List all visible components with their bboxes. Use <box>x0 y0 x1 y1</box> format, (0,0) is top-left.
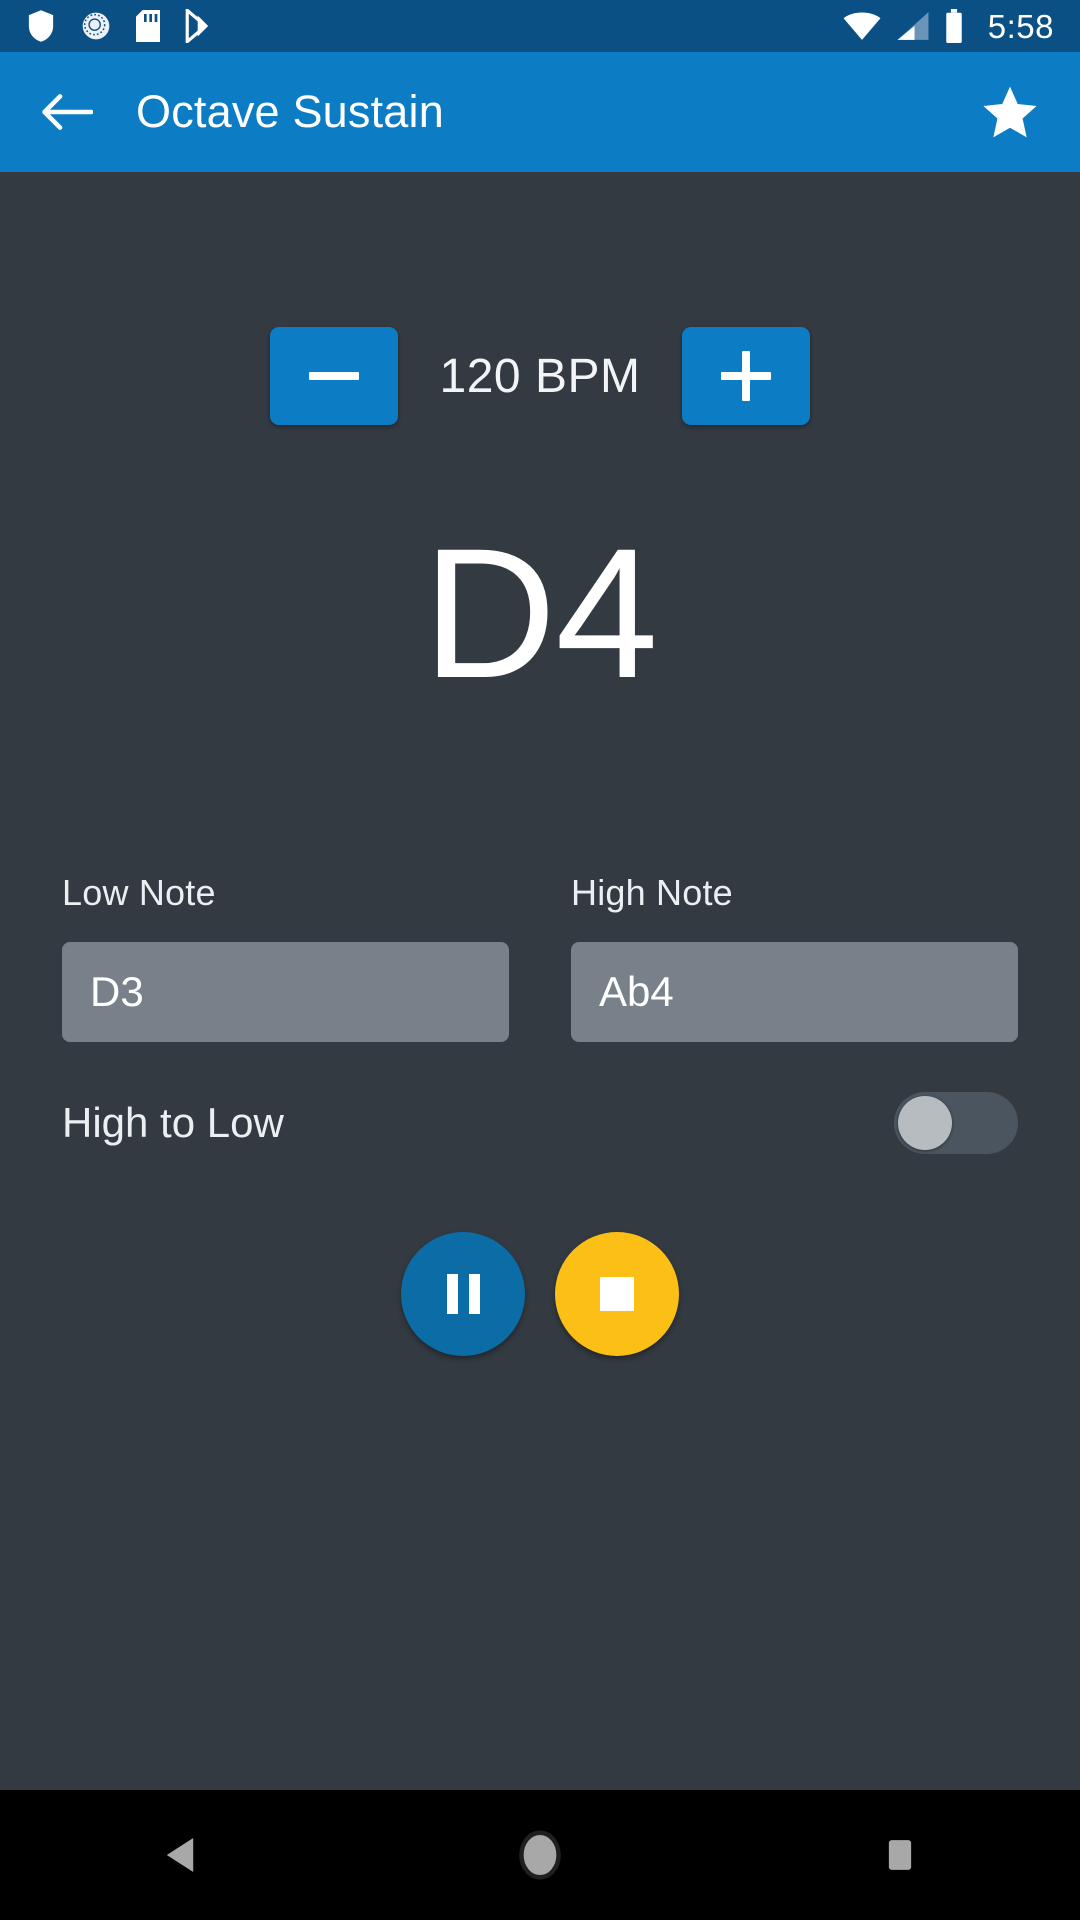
app-bar: Octave Sustain <box>0 52 1080 172</box>
wifi-icon <box>843 12 881 40</box>
low-note-value: D3 <box>90 968 144 1015</box>
back-arrow-icon[interactable] <box>38 83 96 141</box>
nav-recents-button[interactable] <box>840 1795 960 1915</box>
note-range-fields: Low Note D3 High Note Ab4 <box>0 872 1080 1042</box>
pause-button[interactable] <box>401 1232 525 1356</box>
increase-bpm-button[interactable] <box>682 327 810 425</box>
high-to-low-switch[interactable] <box>894 1092 1018 1154</box>
decrease-bpm-button[interactable] <box>270 327 398 425</box>
high-note-group: High Note Ab4 <box>571 872 1018 1042</box>
switch-knob <box>898 1096 952 1150</box>
nav-home-button[interactable] <box>480 1795 600 1915</box>
bpm-value-label: 120 BPM <box>439 349 641 403</box>
direction-toggle-row: High to Low <box>0 1092 1080 1154</box>
high-note-input[interactable]: Ab4 <box>571 942 1018 1042</box>
plus-icon-vertical <box>742 351 750 401</box>
high-to-low-label: High to Low <box>62 1099 284 1146</box>
low-note-group: Low Note D3 <box>62 872 509 1042</box>
high-note-value: Ab4 <box>599 968 674 1015</box>
sync-circle-icon <box>82 12 110 40</box>
cellular-signal-icon <box>897 12 929 40</box>
low-note-label: Low Note <box>62 872 216 913</box>
status-bar: 5:58 <box>0 0 1080 52</box>
nav-back-button[interactable] <box>120 1795 240 1915</box>
current-note-display: D4 <box>422 511 659 717</box>
battery-icon <box>946 9 962 43</box>
sd-card-icon <box>136 10 160 42</box>
minus-icon <box>309 372 359 380</box>
status-bar-system-icons: 5:58 <box>842 9 1054 43</box>
main-content: 120 BPM D4 Low Note D3 High Note Ab4 Hig… <box>0 172 1080 1790</box>
play-store-icon <box>185 9 209 43</box>
pause-icon <box>446 1274 480 1314</box>
high-note-label: High Note <box>571 872 733 913</box>
shield-icon <box>28 10 54 42</box>
phone-screen: 5:58 Octave Sustain 120 BPM D4 Low Note … <box>0 0 1080 1920</box>
stop-button[interactable] <box>555 1232 679 1356</box>
stop-icon <box>600 1277 634 1311</box>
low-note-input[interactable]: D3 <box>62 942 509 1042</box>
star-icon[interactable] <box>978 80 1042 144</box>
tempo-control-row: 120 BPM <box>0 327 1080 425</box>
page-title: Octave Sustain <box>136 86 444 137</box>
status-bar-clock: 5:58 <box>987 7 1054 45</box>
status-bar-notification-icons <box>26 9 214 43</box>
transport-controls <box>0 1232 1080 1356</box>
android-nav-bar <box>0 1790 1080 1920</box>
